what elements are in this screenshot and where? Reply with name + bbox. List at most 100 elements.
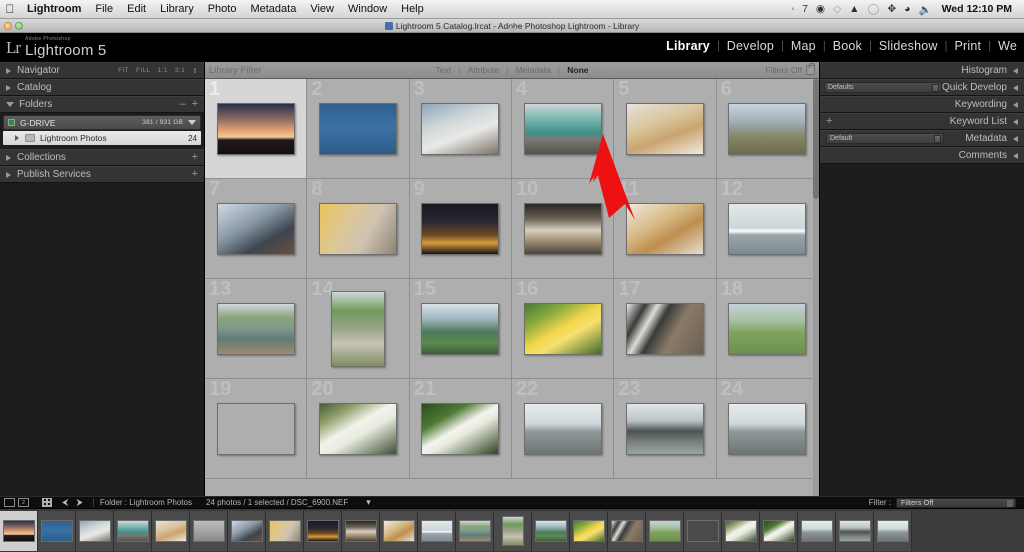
photo-thumbnail[interactable] [728,102,807,155]
filter-mode-attribute[interactable]: Attribute [460,65,506,75]
zoom-1-1[interactable]: 1:1 [158,67,168,74]
menu-window[interactable]: Window [341,0,394,19]
filmstrip-cell[interactable] [532,510,570,551]
filmstrip-cell[interactable] [646,510,684,551]
nvidia-icon[interactable]: 𝆥 [792,3,794,16]
disclosure-triangle-icon[interactable] [1013,84,1018,91]
filmstrip-cell[interactable] [456,510,494,551]
photo-thumbnail[interactable] [421,102,500,155]
chevron-down-icon[interactable] [1007,499,1013,507]
panel-keywording[interactable]: Keywording [820,96,1024,113]
grid-cell[interactable]: 7 [205,179,308,279]
panel-collections[interactable]: Collections + [0,149,204,166]
arrow-right-icon[interactable]: ⮞ [76,497,83,508]
filmstrip-thumbnail[interactable] [534,519,567,542]
filmstrip-cell[interactable] [76,510,114,551]
filmstrip-cell[interactable] [0,510,38,551]
wifi-icon[interactable]: ◕ [904,3,910,15]
photo-thumbnail[interactable] [728,302,807,355]
grid-cell[interactable]: 24 [716,379,819,479]
grid-cell[interactable]: 22 [512,379,615,479]
folder-disclosure-icon[interactable] [15,135,19,141]
filmstrip-cell[interactable] [266,510,304,551]
single-page-icon[interactable] [4,498,15,507]
module-map[interactable]: Map [784,39,823,53]
filmstrip-thumbnail[interactable] [572,519,605,542]
grid-cell[interactable]: 17 [614,279,717,379]
grid-cell[interactable]: 11 [614,179,717,279]
filmstrip-thumbnail[interactable] [154,519,187,542]
grid-cell[interactable]: 16 [512,279,615,379]
dropbox-icon[interactable]: ◇ [833,3,841,15]
photo-thumbnail[interactable] [728,202,807,255]
filmstrip-cell[interactable] [608,510,646,551]
grid-cell[interactable]: 18 [716,279,819,379]
photo-thumbnail[interactable] [216,302,295,355]
filmstrip-cell[interactable] [190,510,228,551]
grid-cell[interactable]: 14 [307,279,410,379]
photo-thumbnail[interactable] [216,102,295,155]
filmstrip-thumbnail[interactable] [610,519,643,542]
menu-library[interactable]: Library [153,0,201,19]
home-icon[interactable]: ▲ [849,3,859,15]
zoom-fill[interactable]: FILL [136,67,151,74]
filmstrip-cell[interactable] [228,510,266,551]
filmstrip-thumbnail[interactable] [78,519,111,542]
disclosure-triangle-icon[interactable] [6,154,11,161]
grid-cell[interactable]: 9 [409,179,512,279]
disclosure-triangle-icon[interactable] [6,171,11,178]
lightroom-logo-icon[interactable]: Lr [6,38,21,58]
photo-thumbnail[interactable] [330,290,385,367]
module-library[interactable]: Library [659,39,717,53]
disclosure-triangle-icon[interactable] [1013,152,1018,159]
module-book[interactable]: Book [826,39,869,53]
grid-cell[interactable]: 3 [409,79,512,179]
filmstrip-thumbnail[interactable] [420,519,453,542]
filmstrip-thumbnail[interactable] [2,519,35,542]
zoom-fit[interactable]: FIT [118,67,129,74]
photo-thumbnail[interactable] [625,402,704,455]
filmstrip-cell[interactable] [836,510,874,551]
filter-mode-metadata[interactable]: Metadata [508,65,557,75]
grid-icon[interactable] [42,498,52,507]
photo-thumbnail[interactable] [318,102,397,155]
photo-thumbnail[interactable] [523,402,602,455]
grid-cell[interactable]: 10 [512,179,615,279]
panel-comments[interactable]: Comments [820,147,1024,164]
thumbnail-grid[interactable]: 1 2 3 4 5 6 7 8 9 10 11 12 13 14 15 16 17 18 19 20 21 22 23 24 [205,79,819,512]
menu-clock[interactable]: Wed 12:10 PM [940,3,1012,15]
grid-cell[interactable]: 6 [716,79,819,179]
add-collection-button[interactable]: + [192,152,198,163]
menu-edit[interactable]: Edit [120,0,153,19]
selection-chevron-down-icon[interactable]: ▾ [366,497,371,508]
photo-thumbnail[interactable] [318,402,397,455]
filmstrip-cell[interactable] [380,510,418,551]
timemachine-icon[interactable]: ◯ [868,3,880,15]
grid-cell[interactable]: 13 [205,279,308,379]
filmstrip-thumbnail[interactable] [268,519,301,542]
module-web[interactable]: We [991,39,1024,53]
filmstrip-thumbnail[interactable] [838,519,871,542]
panel-folders[interactable]: Folders – + [0,96,204,113]
panel-catalog[interactable]: Catalog [0,79,204,96]
filmstrip-cell[interactable] [342,510,380,551]
window-zoom-button[interactable] [15,22,23,30]
status-filter-select[interactable]: Filters Off [896,497,1016,508]
photo-thumbnail[interactable] [421,302,500,355]
menu-file[interactable]: File [88,0,120,19]
filmstrip-cell[interactable] [874,510,912,551]
filmstrip-thumbnail[interactable] [876,519,909,542]
filmstrip-cell[interactable] [722,510,760,551]
module-print[interactable]: Print [948,39,989,53]
grid-cell[interactable]: 23 [614,379,717,479]
volume-disclosure-icon[interactable] [188,120,196,125]
filmstrip-thumbnail[interactable] [501,515,524,546]
filter-mode-text[interactable]: Text [429,65,459,75]
bluetooth-icon[interactable]: ✥ [887,3,896,15]
photo-thumbnail[interactable] [523,302,602,355]
eye-icon[interactable]: ◉ [816,3,825,15]
filmstrip-thumbnail[interactable] [40,519,73,542]
filters-state-label[interactable]: Filters Off [765,65,802,75]
add-folder-button[interactable]: + [192,99,198,110]
panel-publish-services[interactable]: Publish Services + [0,166,204,183]
